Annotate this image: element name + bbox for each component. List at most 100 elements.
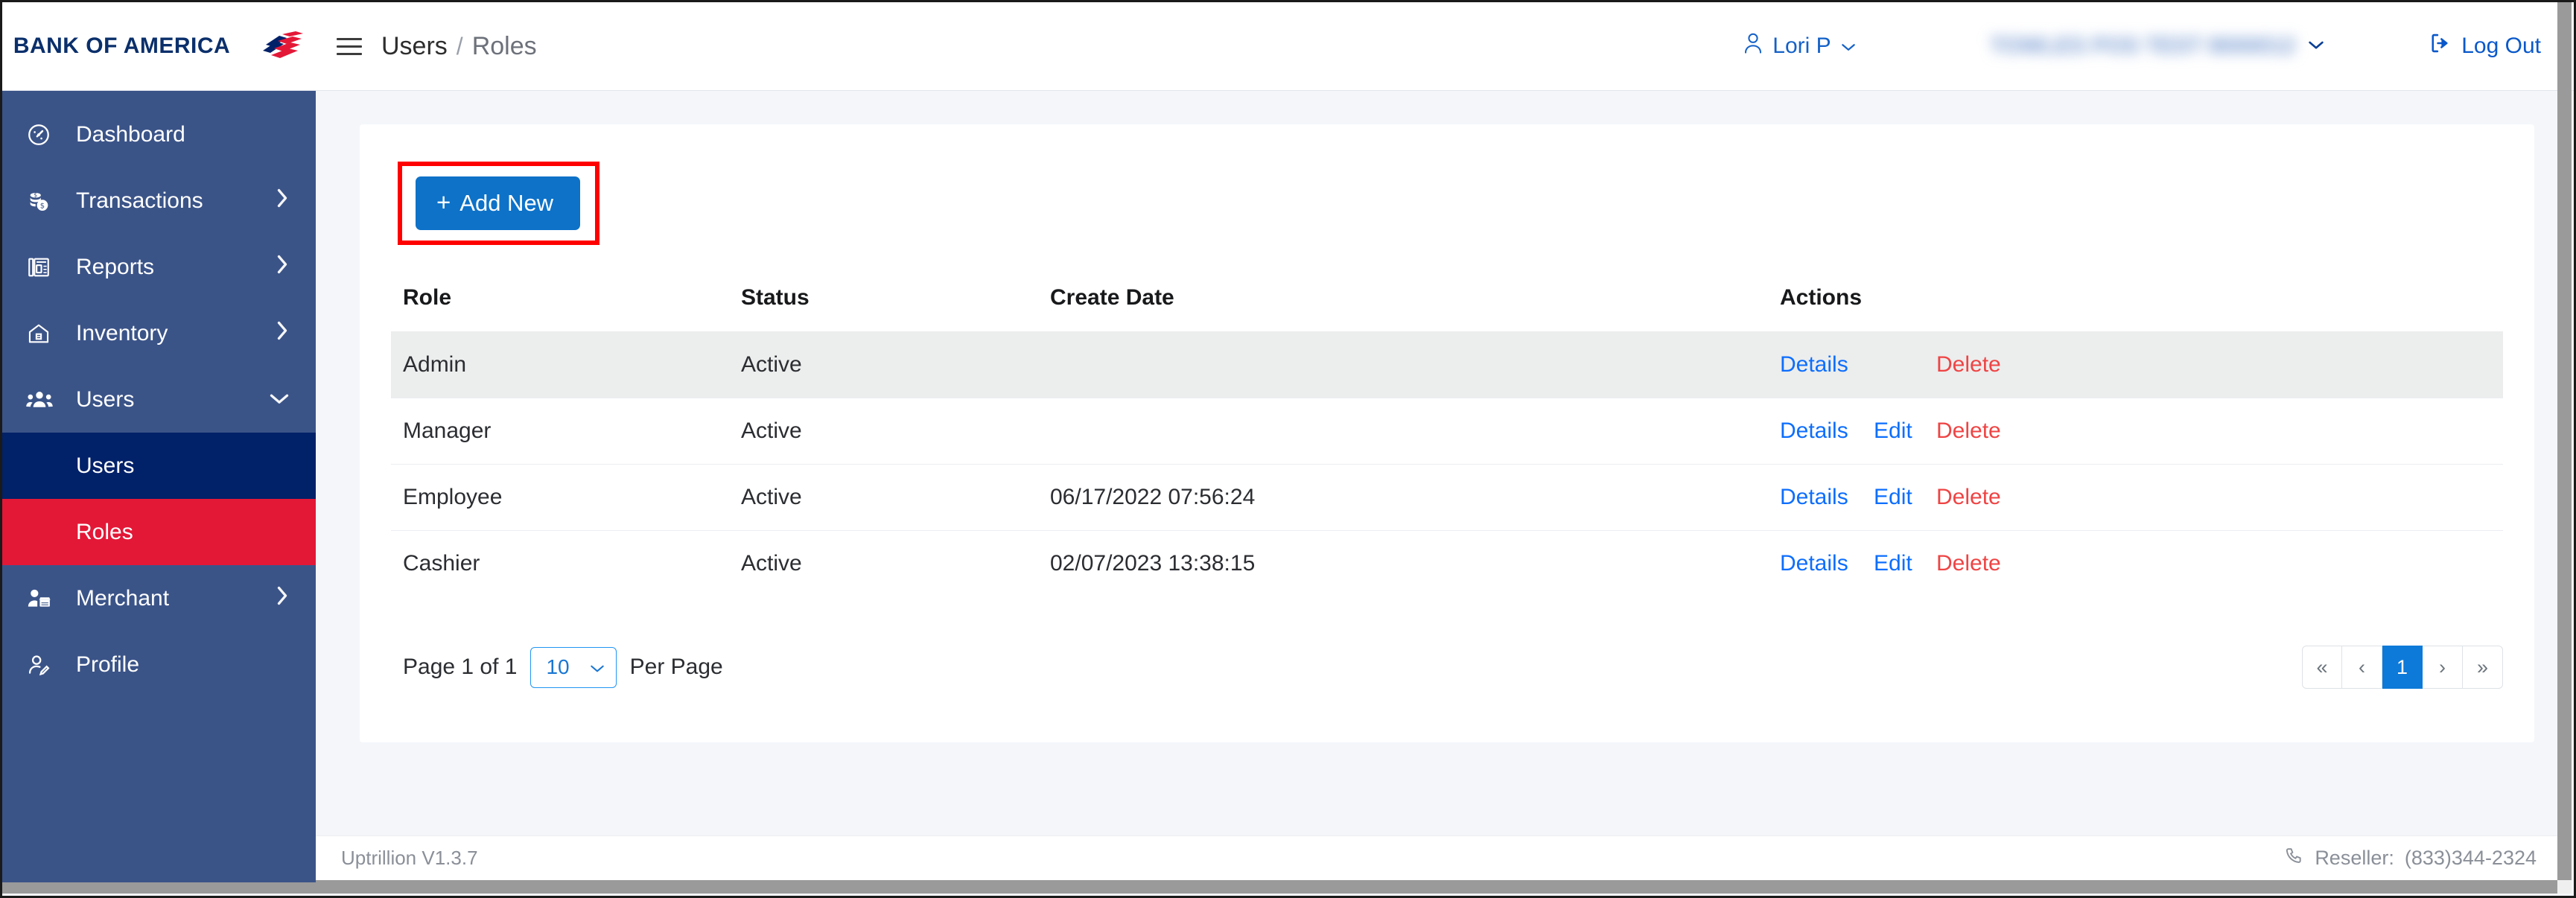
sidebar-item-merchant[interactable]: Merchant [2, 565, 316, 631]
content-area: + Add New Role Status Create Date Actions [316, 91, 2574, 836]
pagination-page-1-button[interactable]: 1 [2382, 646, 2423, 689]
sidebar-subitem-label: Roles [76, 519, 133, 544]
plus-icon: + [436, 188, 451, 216]
chevron-right-icon [274, 187, 290, 215]
merchant-store-icon [26, 587, 60, 611]
cell-create-date [1050, 398, 1780, 465]
hamburger-menu-icon[interactable] [337, 33, 362, 60]
edit-link[interactable]: Edit [1874, 551, 1921, 576]
delete-link[interactable]: Delete [1936, 551, 2001, 576]
column-header-actions: Actions [1780, 285, 1863, 310]
brand-header[interactable]: BANK OF AMERICA [2, 2, 316, 91]
delete-link[interactable]: Delete [1936, 485, 2001, 510]
breadcrumb: Users / Roles [381, 32, 537, 61]
merchant-name-label: TOWLES POS TEST 8000012 [1990, 34, 2296, 58]
cell-actions: Details Edit Delete [1780, 464, 2503, 531]
sidebar-item-label: Profile [76, 652, 140, 677]
profile-pencil-icon [26, 652, 60, 678]
sidebar-item-dashboard[interactable]: Dashboard [2, 101, 316, 168]
pagination-controls: « ‹ 1 › » [2302, 646, 2503, 689]
sidebar-item-label: Reports [76, 254, 155, 279]
table-row[interactable]: Employee Active 06/17/2022 07:56:24 Deta… [391, 464, 2503, 531]
reseller-info: Reseller: (833)344-2324 [2285, 846, 2537, 870]
cell-create-date [1050, 331, 1780, 398]
sidebar-item-label: Transactions [76, 188, 203, 213]
reseller-phone: (833)344-2324 [2404, 847, 2537, 869]
cell-role: Admin [391, 331, 741, 398]
cell-role: Employee [391, 464, 741, 531]
chevron-right-icon [274, 253, 290, 281]
cell-actions: Details Edit Delete [1780, 398, 2503, 465]
sidebar-item-label: Merchant [76, 585, 170, 611]
details-link[interactable]: Details [1780, 551, 1858, 576]
per-page-select[interactable]: 10 [530, 646, 617, 688]
svg-text:$: $ [40, 202, 45, 210]
user-menu[interactable]: Lori P [1743, 31, 1856, 61]
sidebar-item-label: Dashboard [76, 121, 185, 147]
sidebar-item-reports[interactable]: Reports [2, 234, 316, 300]
house-box-icon [26, 321, 60, 346]
sidebar-item-profile[interactable]: Profile [2, 631, 316, 698]
pagination-last-button[interactable]: » [2463, 646, 2503, 689]
roles-card: + Add New Role Status Create Date Actions [360, 124, 2534, 742]
details-link[interactable]: Details [1780, 485, 1858, 510]
users-group-icon [26, 388, 60, 412]
sidebar-subitem-roles[interactable]: Roles [2, 499, 316, 565]
sidebar-item-transactions[interactable]: $ $ Transactions [2, 168, 316, 234]
table-header: Role Status Create Date Actions [391, 273, 2503, 332]
table-row[interactable]: Admin Active Details Delete [391, 331, 2503, 398]
toolbar: + Add New [391, 145, 2503, 252]
report-document-icon [26, 255, 60, 280]
table-row[interactable]: Manager Active Details Edit Delete [391, 398, 2503, 465]
cell-actions: Details Edit Delete [1780, 530, 2503, 596]
chevron-down-icon [589, 655, 605, 679]
cell-status: Active [741, 331, 1050, 398]
cell-role: Manager [391, 398, 741, 465]
sidebar-item-label: Users [76, 386, 135, 412]
edit-link[interactable]: Edit [1874, 485, 1921, 510]
sidebar-subitem-label: Users [76, 453, 135, 478]
details-link[interactable]: Details [1780, 352, 1858, 378]
breadcrumb-leaf: Roles [471, 31, 537, 60]
pagination-left: Page 1 of 1 10 Per Page [403, 646, 723, 688]
merchant-selector[interactable]: TOWLES POS TEST 8000012 [1991, 34, 2326, 59]
main-area: Users / Roles Lori P TOWLES POS TEST 800… [316, 2, 2574, 896]
sidebar-item-users[interactable]: Users [2, 366, 316, 433]
per-page-value: 10 [546, 655, 570, 678]
chevron-down-icon [268, 387, 290, 413]
roles-table: Role Status Create Date Actions Admin Ac… [391, 273, 2503, 596]
column-header-status: Status [741, 285, 810, 310]
pagination-first-button[interactable]: « [2302, 646, 2342, 689]
sidebar-item-label: Inventory [76, 320, 168, 345]
vertical-scrollbar[interactable] [2557, 2, 2572, 882]
horizontal-scrollbar[interactable] [2, 880, 2562, 894]
chevron-down-icon [1840, 34, 1857, 59]
coins-dollar-icon: $ $ [26, 188, 60, 214]
delete-link[interactable]: Delete [1936, 352, 2001, 378]
column-header-create-date: Create Date [1050, 285, 1174, 310]
edit-link[interactable]: Edit [1874, 418, 1921, 444]
logout-arrow-icon [2429, 32, 2452, 60]
sidebar-item-inventory[interactable]: Inventory [2, 300, 316, 366]
sidebar-subitem-users[interactable]: Users [2, 433, 316, 499]
person-icon [1743, 31, 1764, 61]
reseller-label: Reseller: [2315, 847, 2394, 869]
delete-link[interactable]: Delete [1936, 418, 2001, 444]
user-name-label: Lori P [1772, 34, 1831, 58]
cell-create-date: 06/17/2022 07:56:24 [1050, 464, 1780, 531]
details-link[interactable]: Details [1780, 418, 1858, 444]
per-page-label: Per Page [629, 655, 723, 679]
breadcrumb-root[interactable]: Users [381, 32, 448, 61]
app-window: BANK OF AMERICA Dashboard $ $ Transactio… [0, 0, 2576, 898]
pagination-next-button[interactable]: › [2423, 646, 2463, 689]
chevron-down-icon [2307, 39, 2325, 54]
pagination-prev-button[interactable]: ‹ [2342, 646, 2382, 689]
chevron-right-icon [274, 319, 290, 348]
table-row[interactable]: Cashier Active 02/07/2023 13:38:15 Detai… [391, 530, 2503, 596]
logout-button[interactable]: Log Out [2429, 32, 2541, 60]
add-new-button[interactable]: + Add New [416, 176, 581, 230]
logout-label: Log Out [2461, 34, 2541, 58]
chevron-right-icon [274, 585, 290, 613]
pagination-bar: Page 1 of 1 10 Per Page « ‹ 1 › » [391, 646, 2503, 689]
cell-create-date: 02/07/2023 13:38:15 [1050, 530, 1780, 596]
